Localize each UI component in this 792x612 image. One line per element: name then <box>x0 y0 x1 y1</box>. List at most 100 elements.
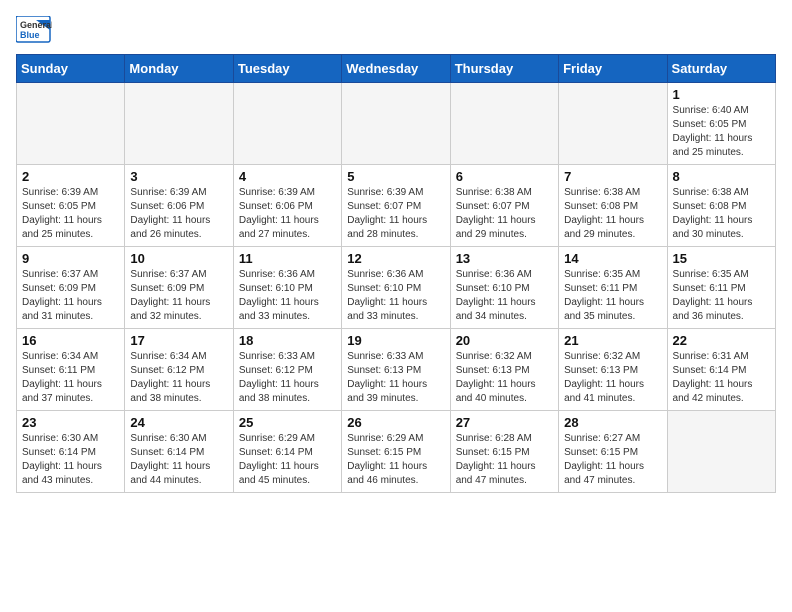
day-number: 19 <box>347 333 444 348</box>
day-info: Sunrise: 6:37 AM Sunset: 6:09 PM Dayligh… <box>130 268 227 324</box>
day-number: 5 <box>347 169 444 184</box>
calendar-cell <box>450 83 558 165</box>
calendar-cell: 14 Sunrise: 6:35 AM Sunset: 6:11 PM Dayli… <box>559 247 667 329</box>
day-info: Sunrise: 6:38 AM Sunset: 6:08 PM Dayligh… <box>564 186 661 242</box>
day-number: 17 <box>130 333 227 348</box>
page-header: General Blue <box>16 16 776 44</box>
svg-text:Blue: Blue <box>20 30 40 40</box>
day-header-monday: Monday <box>125 55 233 83</box>
calendar-cell <box>667 411 775 493</box>
calendar-cell: 10 Sunrise: 6:37 AM Sunset: 6:09 PM Dayli… <box>125 247 233 329</box>
svg-text:General: General <box>20 20 52 30</box>
calendar-cell: 8 Sunrise: 6:38 AM Sunset: 6:08 PM Daylig… <box>667 165 775 247</box>
day-number: 13 <box>456 251 553 266</box>
calendar-table: SundayMondayTuesdayWednesdayThursdayFrid… <box>16 54 776 493</box>
calendar-cell <box>342 83 450 165</box>
calendar-cell: 26Sunrise: 6:29 AM Sunset: 6:15 PM Dayli… <box>342 411 450 493</box>
logo: General Blue <box>16 16 52 44</box>
day-number: 28 <box>564 415 661 430</box>
day-info: Sunrise: 6:38 AM Sunset: 6:07 PM Dayligh… <box>456 186 553 242</box>
day-number: 26 <box>347 415 444 430</box>
day-info: Sunrise: 6:30 AM Sunset: 6:14 PM Dayligh… <box>22 432 119 488</box>
day-number: 2 <box>22 169 119 184</box>
day-info: Sunrise: 6:40 AM Sunset: 6:05 PM Dayligh… <box>673 104 770 160</box>
calendar-cell: 20 Sunrise: 6:32 AM Sunset: 6:13 PM Dayli… <box>450 329 558 411</box>
day-number: 16 <box>22 333 119 348</box>
week-row-3: 9 Sunrise: 6:37 AM Sunset: 6:09 PM Daylig… <box>17 247 776 329</box>
day-info: Sunrise: 6:31 AM Sunset: 6:14 PM Dayligh… <box>673 350 770 406</box>
day-info: Sunrise: 6:36 AM Sunset: 6:10 PM Dayligh… <box>456 268 553 324</box>
day-number: 12 <box>347 251 444 266</box>
calendar-cell: 9 Sunrise: 6:37 AM Sunset: 6:09 PM Daylig… <box>17 247 125 329</box>
day-number: 27 <box>456 415 553 430</box>
day-header-friday: Friday <box>559 55 667 83</box>
day-header-thursday: Thursday <box>450 55 558 83</box>
day-number: 25 <box>239 415 336 430</box>
calendar-cell: 16Sunrise: 6:34 AM Sunset: 6:11 PM Dayli… <box>17 329 125 411</box>
day-info: Sunrise: 6:33 AM Sunset: 6:12 PM Dayligh… <box>239 350 336 406</box>
day-number: 20 <box>456 333 553 348</box>
calendar-cell: 7 Sunrise: 6:38 AM Sunset: 6:08 PM Daylig… <box>559 165 667 247</box>
day-number: 23 <box>22 415 119 430</box>
day-info: Sunrise: 6:39 AM Sunset: 6:07 PM Dayligh… <box>347 186 444 242</box>
day-info: Sunrise: 6:39 AM Sunset: 6:05 PM Dayligh… <box>22 186 119 242</box>
day-number: 21 <box>564 333 661 348</box>
day-number: 11 <box>239 251 336 266</box>
day-number: 8 <box>673 169 770 184</box>
calendar-cell: 28Sunrise: 6:27 AM Sunset: 6:15 PM Dayli… <box>559 411 667 493</box>
week-row-5: 23 Sunrise: 6:30 AM Sunset: 6:14 PM Dayli… <box>17 411 776 493</box>
calendar-cell: 18 Sunrise: 6:33 AM Sunset: 6:12 PM Dayli… <box>233 329 341 411</box>
day-number: 14 <box>564 251 661 266</box>
day-number: 9 <box>22 251 119 266</box>
day-number: 3 <box>130 169 227 184</box>
day-header-wednesday: Wednesday <box>342 55 450 83</box>
day-info: Sunrise: 6:36 AM Sunset: 6:10 PM Dayligh… <box>239 268 336 324</box>
day-info: Sunrise: 6:28 AM Sunset: 6:15 PM Dayligh… <box>456 432 553 488</box>
week-row-4: 16Sunrise: 6:34 AM Sunset: 6:11 PM Dayli… <box>17 329 776 411</box>
day-info: Sunrise: 6:39 AM Sunset: 6:06 PM Dayligh… <box>239 186 336 242</box>
day-header-sunday: Sunday <box>17 55 125 83</box>
day-number: 4 <box>239 169 336 184</box>
day-info: Sunrise: 6:32 AM Sunset: 6:13 PM Dayligh… <box>456 350 553 406</box>
day-info: Sunrise: 6:38 AM Sunset: 6:08 PM Dayligh… <box>673 186 770 242</box>
day-number: 6 <box>456 169 553 184</box>
calendar-cell <box>233 83 341 165</box>
day-info: Sunrise: 6:36 AM Sunset: 6:10 PM Dayligh… <box>347 268 444 324</box>
day-number: 22 <box>673 333 770 348</box>
calendar-cell: 15 Sunrise: 6:35 AM Sunset: 6:11 PM Dayli… <box>667 247 775 329</box>
day-number: 18 <box>239 333 336 348</box>
day-number: 24 <box>130 415 227 430</box>
day-info: Sunrise: 6:35 AM Sunset: 6:11 PM Dayligh… <box>564 268 661 324</box>
week-row-2: 2 Sunrise: 6:39 AM Sunset: 6:05 PM Daylig… <box>17 165 776 247</box>
day-number: 10 <box>130 251 227 266</box>
day-info: Sunrise: 6:32 AM Sunset: 6:13 PM Dayligh… <box>564 350 661 406</box>
day-number: 7 <box>564 169 661 184</box>
calendar-cell: 27 Sunrise: 6:28 AM Sunset: 6:15 PM Dayli… <box>450 411 558 493</box>
day-header-tuesday: Tuesday <box>233 55 341 83</box>
day-info: Sunrise: 6:30 AM Sunset: 6:14 PM Dayligh… <box>130 432 227 488</box>
calendar-cell: 19 Sunrise: 6:33 AM Sunset: 6:13 PM Dayli… <box>342 329 450 411</box>
calendar-cell: 3 Sunrise: 6:39 AM Sunset: 6:06 PM Daylig… <box>125 165 233 247</box>
calendar-cell: 23 Sunrise: 6:30 AM Sunset: 6:14 PM Dayli… <box>17 411 125 493</box>
day-info: Sunrise: 6:33 AM Sunset: 6:13 PM Dayligh… <box>347 350 444 406</box>
calendar-cell: 25 Sunrise: 6:29 AM Sunset: 6:14 PM Dayli… <box>233 411 341 493</box>
calendar-cell: 4 Sunrise: 6:39 AM Sunset: 6:06 PM Daylig… <box>233 165 341 247</box>
week-row-1: 1 Sunrise: 6:40 AM Sunset: 6:05 PM Daylig… <box>17 83 776 165</box>
calendar-cell <box>125 83 233 165</box>
day-info: Sunrise: 6:29 AM Sunset: 6:14 PM Dayligh… <box>239 432 336 488</box>
day-number: 1 <box>673 87 770 102</box>
calendar-cell: 5 Sunrise: 6:39 AM Sunset: 6:07 PM Daylig… <box>342 165 450 247</box>
calendar-cell: 13 Sunrise: 6:36 AM Sunset: 6:10 PM Dayli… <box>450 247 558 329</box>
day-number: 15 <box>673 251 770 266</box>
day-info: Sunrise: 6:37 AM Sunset: 6:09 PM Dayligh… <box>22 268 119 324</box>
calendar-cell: 2 Sunrise: 6:39 AM Sunset: 6:05 PM Daylig… <box>17 165 125 247</box>
day-header-saturday: Saturday <box>667 55 775 83</box>
calendar-cell: 12 Sunrise: 6:36 AM Sunset: 6:10 PM Dayli… <box>342 247 450 329</box>
calendar-cell: 17Sunrise: 6:34 AM Sunset: 6:12 PM Dayli… <box>125 329 233 411</box>
calendar-cell: 24 Sunrise: 6:30 AM Sunset: 6:14 PM Dayli… <box>125 411 233 493</box>
calendar-cell: 6 Sunrise: 6:38 AM Sunset: 6:07 PM Daylig… <box>450 165 558 247</box>
calendar-cell: 1 Sunrise: 6:40 AM Sunset: 6:05 PM Daylig… <box>667 83 775 165</box>
calendar-cell <box>559 83 667 165</box>
day-info: Sunrise: 6:39 AM Sunset: 6:06 PM Dayligh… <box>130 186 227 242</box>
day-info: Sunrise: 6:35 AM Sunset: 6:11 PM Dayligh… <box>673 268 770 324</box>
